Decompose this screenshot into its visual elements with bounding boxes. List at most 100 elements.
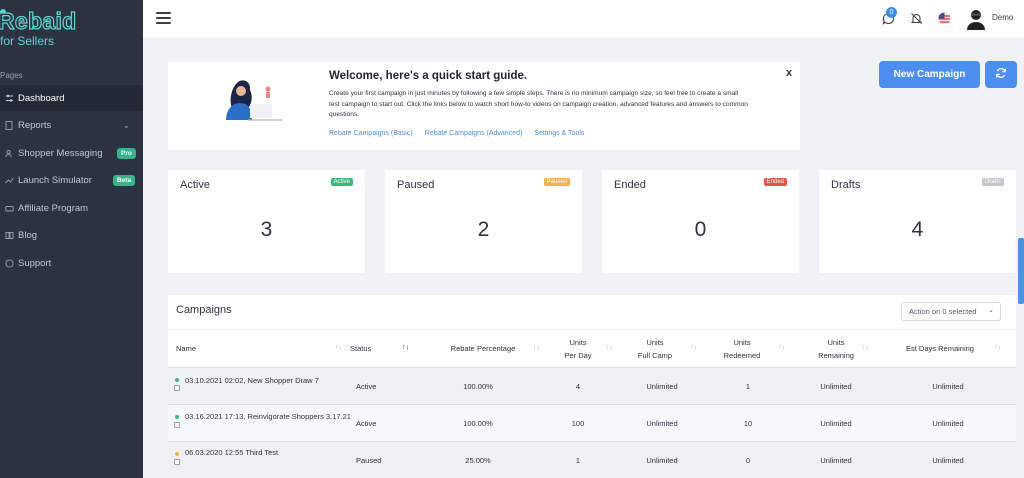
column-header-units-per-day[interactable]: Units Per Day (556, 330, 600, 367)
user-name[interactable]: Demo (992, 13, 1013, 22)
campaign-name[interactable]: 03.10.2021 02:02, New Shopper Draw 7 (185, 375, 355, 387)
campaign-units-full-camp: Unlimited (646, 419, 678, 428)
campaign-units-full-camp: Unlimited (646, 456, 678, 465)
avatar[interactable] (966, 8, 986, 30)
welcome-illustration (220, 76, 282, 124)
sidebar-item-support[interactable]: Support (0, 250, 143, 276)
file-icon (0, 120, 18, 130)
welcome-card: Welcome, here's a quick start guide. Cre… (168, 62, 800, 150)
status-dot (175, 415, 179, 419)
column-header-name[interactable]: Name (176, 330, 296, 367)
close-button[interactable]: x (786, 67, 792, 79)
chevron-down-icon: ⌄ (988, 307, 994, 314)
brand-tagline: for Sellers (0, 34, 55, 48)
status-badge: Active (330, 178, 353, 186)
row-checkbox[interactable] (174, 459, 180, 465)
stat-value: 3 (260, 218, 273, 241)
beta-badge: Beta (113, 174, 136, 186)
column-header-status[interactable]: Status (350, 330, 390, 367)
campaigns-panel: Campaigns Action on 0 selected ⌄ Name ↑↓… (168, 295, 1016, 478)
sort-icon[interactable]: ↑↓ (402, 344, 409, 351)
campaign-est-days: Unlimited (932, 382, 964, 391)
sidebar-item-label: Dashboard (18, 92, 65, 104)
help-icon (0, 258, 18, 268)
stat-card-ended[interactable]: Ended Ended 0 (602, 170, 799, 273)
welcome-title: Welcome, here's a quick start guide. (329, 70, 528, 82)
status-badge: Drafts (981, 178, 1004, 186)
link-icon (0, 204, 18, 213)
campaign-status: Active (356, 419, 377, 428)
stat-value: 2 (477, 218, 490, 241)
sidebar-item-affiliate-program[interactable]: Affiliate Program (0, 195, 143, 221)
new-campaign-button[interactable]: New Campaign (879, 61, 980, 88)
campaign-rebate: 100.00% (463, 382, 493, 391)
stat-value: 4 (911, 218, 924, 241)
refresh-button[interactable] (985, 61, 1017, 88)
campaign-name[interactable]: 06.03.2020 12:55 Third Test (185, 447, 355, 459)
sort-icon[interactable]: ↑↓ (778, 344, 785, 351)
status-dot (175, 452, 179, 456)
row-checkbox[interactable] (174, 385, 180, 391)
campaign-status: Paused (356, 456, 382, 465)
column-header-est-days[interactable]: Est Days Remaining (890, 330, 990, 367)
campaign-rebate: 25.00% (465, 456, 491, 465)
bell-off-icon[interactable] (909, 11, 923, 25)
sort-icon[interactable]: ↑↓ (862, 344, 869, 351)
table-row[interactable]: 03.10.2021 02:02, New Shopper Draw 7 Act… (168, 367, 1016, 404)
table-row[interactable]: 03.16.2021 17:13, Reinvigorate Shoppers … (168, 404, 1016, 441)
bulk-action-label: Action on 0 selected (909, 307, 977, 316)
us-flag-icon[interactable] (937, 11, 951, 25)
sort-icon[interactable]: ↑↓ (994, 344, 1001, 351)
campaign-status: Active (356, 382, 377, 391)
stat-card-drafts[interactable]: Drafts Drafts 4 (819, 170, 1016, 273)
table-row[interactable]: 06.03.2020 12:55 Third Test Paused 25.00… (168, 441, 1016, 478)
bulk-action-select[interactable]: Action on 0 selected ⌄ (901, 302, 1001, 321)
status-dot (175, 378, 179, 382)
campaign-rebate: 100.00% (463, 419, 493, 428)
sidebar-item-dashboard[interactable]: Dashboard (0, 85, 143, 111)
hamburger-menu-icon[interactable] (156, 12, 171, 24)
page-scrollbar[interactable] (1018, 238, 1024, 304)
campaign-units-redeemed: 0 (745, 456, 751, 465)
status-badge: Paused (543, 178, 570, 186)
sliders-icon (0, 94, 18, 103)
column-header-units-remaining[interactable]: Units Remaining (808, 330, 864, 367)
link-rebate-advanced[interactable]: Rebate Campaigns (Advanced) (425, 130, 523, 137)
link-rebate-basic[interactable]: Rebate Campaigns (Basic) (329, 130, 413, 137)
sort-icon[interactable]: ↑↓ (606, 344, 613, 351)
row-checkbox[interactable] (174, 422, 180, 428)
stat-title: Drafts (831, 179, 861, 191)
campaign-units-per-day: 1 (575, 456, 581, 465)
notification-count-badge: 0 (886, 7, 897, 18)
stat-card-active[interactable]: Active Active 3 (168, 170, 365, 273)
sidebar-item-label: Affiliate Program (18, 202, 89, 214)
sort-icon[interactable]: ↑↓ (335, 344, 342, 351)
campaign-units-per-day: 4 (575, 382, 581, 391)
welcome-links: Rebate Campaigns (Basic) Rebate Campaign… (329, 130, 584, 137)
campaign-name[interactable]: 03.16.2021 17:13, Reinvigorate Shoppers … (185, 411, 355, 423)
sidebar-item-blog[interactable]: Blog (0, 222, 143, 248)
campaign-units-full-camp: Unlimited (646, 382, 678, 391)
sidebar-item-label: Support (18, 257, 52, 269)
pro-badge: Pro (117, 147, 136, 159)
column-header-units-full-camp[interactable]: Units Full Camp (630, 330, 680, 367)
brand-logo[interactable]: Rebaid for Sellers (0, 7, 88, 50)
column-header-rebate[interactable]: Rebate Percentage (428, 330, 538, 367)
sidebar-item-label: Shopper Messaging (18, 147, 103, 159)
link-settings-tools[interactable]: Settings & Tools (534, 130, 584, 137)
sidebar-item-label: Blog (18, 229, 38, 241)
sidebar-item-shopper-messaging[interactable]: Shopper Messaging Pro (0, 140, 143, 166)
campaign-units-remaining: Unlimited (820, 419, 852, 428)
campaign-units-remaining: Unlimited (820, 456, 852, 465)
sort-icon[interactable]: ↑↓ (690, 344, 697, 351)
stat-title: Active (180, 179, 210, 191)
campaign-units-redeemed: 1 (745, 382, 751, 391)
stat-title: Paused (397, 179, 435, 191)
stat-card-paused[interactable]: Paused Paused 2 (385, 170, 582, 273)
sort-icon[interactable]: ↑↓ (533, 344, 540, 351)
stat-title: Ended (614, 179, 646, 191)
sidebar-item-reports[interactable]: Reports ⌄ (0, 112, 143, 138)
column-header-units-redeemed[interactable]: Units Redeemed (718, 330, 766, 367)
welcome-text: Create your first campaign in just minut… (329, 90, 748, 118)
sidebar-item-launch-simulator[interactable]: Launch Simulator Beta (0, 167, 143, 193)
